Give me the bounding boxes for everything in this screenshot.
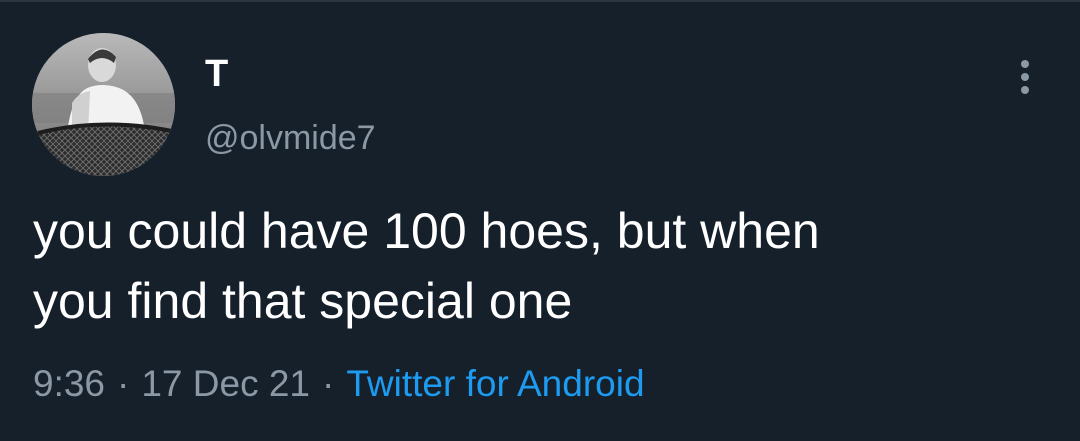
more-options-button[interactable] [1000, 55, 1050, 99]
tweet-source-link[interactable]: Twitter for Android [346, 363, 644, 404]
author-display-name[interactable]: T [205, 52, 228, 96]
more-vertical-icon [1021, 60, 1029, 94]
profile-photo-icon [32, 33, 175, 176]
author-handle[interactable]: @olvmide7 [205, 118, 376, 158]
top-divider [0, 0, 1080, 2]
avatar[interactable] [32, 33, 175, 176]
tweet-time[interactable]: 9:36 [33, 363, 105, 404]
tweet-text: you could have 100 hoes, but when you fi… [33, 203, 820, 329]
tweet-metadata: 9:36 · 17 Dec 21 · Twitter for Android [33, 362, 645, 406]
separator: · [117, 363, 130, 404]
tweet-date[interactable]: 17 Dec 21 [141, 363, 310, 404]
separator: · [322, 363, 335, 404]
